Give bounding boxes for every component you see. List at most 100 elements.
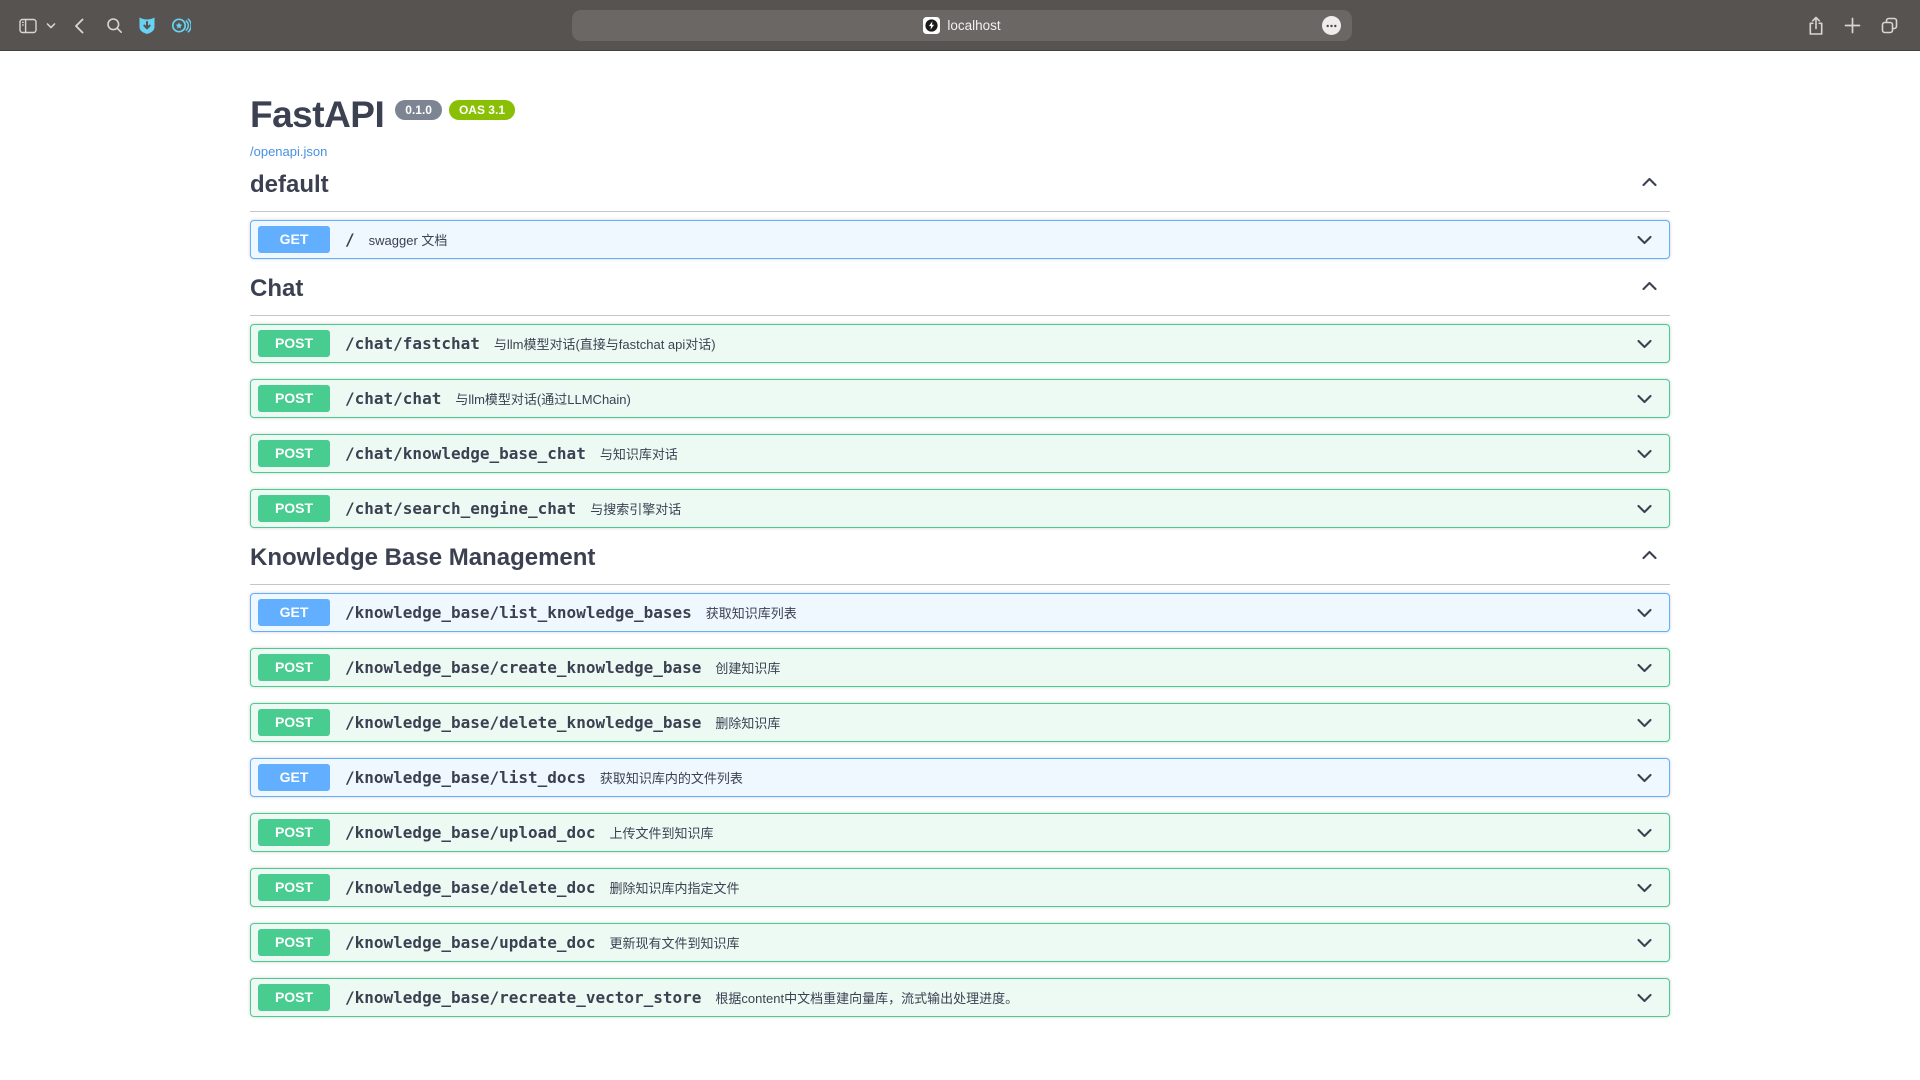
endpoint-path: /chat/search_engine_chat xyxy=(345,499,576,518)
chevron-up-icon[interactable] xyxy=(1639,545,1660,571)
endpoint-row[interactable]: POST /chat/knowledge_base_chat 与知识库对话 xyxy=(250,434,1670,473)
endpoint-description: 与llm模型对话(通过LLMChain) xyxy=(455,389,631,408)
endpoint-description: 更新现有文件到知识库 xyxy=(609,933,739,952)
swagger-ui-page: FastAPI 0.1.0 OAS 3.1 /openapi.json defa… xyxy=(250,51,1670,1017)
search-icon[interactable] xyxy=(106,17,123,34)
method-badge: POST xyxy=(258,819,330,846)
toolbar-right-group xyxy=(1806,0,1900,51)
method-badge: GET xyxy=(258,599,330,626)
tag-section-knowledge-base: Knowledge Base Management GET /knowledge… xyxy=(250,544,1670,1017)
operations-list: GET / swagger 文档 xyxy=(250,212,1670,259)
chevron-down-icon[interactable] xyxy=(1634,822,1655,843)
endpoint-row[interactable]: POST /knowledge_base/update_doc 更新现有文件到知… xyxy=(250,923,1670,962)
endpoint-path: /chat/knowledge_base_chat xyxy=(345,444,586,463)
endpoint-row[interactable]: GET /knowledge_base/list_knowledge_bases… xyxy=(250,593,1670,632)
endpoint-description: 与知识库对话 xyxy=(600,444,678,463)
chevron-down-icon[interactable] xyxy=(1634,498,1655,519)
endpoint-description: 创建知识库 xyxy=(715,658,780,677)
tag-title: Chat xyxy=(250,275,303,303)
badges: 0.1.0 OAS 3.1 xyxy=(395,100,515,120)
chevron-down-icon[interactable] xyxy=(1634,767,1655,788)
chevron-down-icon[interactable] xyxy=(1634,388,1655,409)
browser-toolbar: localhost xyxy=(0,0,1920,51)
method-badge: POST xyxy=(258,440,330,467)
endpoint-row[interactable]: POST /chat/search_engine_chat 与搜索引擎对话 xyxy=(250,489,1670,528)
endpoint-path: /knowledge_base/delete_knowledge_base xyxy=(345,713,701,732)
share-icon[interactable] xyxy=(1806,15,1826,37)
chevron-up-icon[interactable] xyxy=(1639,276,1660,302)
tag-section-header[interactable]: Knowledge Base Management xyxy=(250,544,1670,585)
endpoint-path: /knowledge_base/list_knowledge_bases xyxy=(345,603,692,622)
chevron-down-icon[interactable] xyxy=(1634,443,1655,464)
endpoint-description: 上传文件到知识库 xyxy=(609,823,713,842)
oas-badge: OAS 3.1 xyxy=(449,100,515,120)
sidebar-icon[interactable] xyxy=(18,16,38,36)
endpoint-description: 删除知识库内指定文件 xyxy=(609,878,739,897)
site-favicon xyxy=(923,17,940,34)
endpoint-description: 与搜索引擎对话 xyxy=(590,499,681,518)
endpoint-row[interactable]: POST /knowledge_base/recreate_vector_sto… xyxy=(250,978,1670,1017)
chevron-down-icon[interactable] xyxy=(1634,333,1655,354)
chevron-down-icon[interactable] xyxy=(1634,712,1655,733)
page-menu-ellipsis-icon[interactable] xyxy=(1322,16,1341,35)
extension-live-icon[interactable] xyxy=(171,16,191,35)
endpoint-row[interactable]: POST /chat/fastchat 与llm模型对话(直接与fastchat… xyxy=(250,324,1670,363)
endpoint-path: /knowledge_base/recreate_vector_store xyxy=(345,988,701,1007)
method-badge: POST xyxy=(258,874,330,901)
method-badge: POST xyxy=(258,385,330,412)
endpoint-row[interactable]: GET /knowledge_base/list_docs 获取知识库内的文件列… xyxy=(250,758,1670,797)
tag-section-default: default GET / swagger 文档 xyxy=(250,171,1670,259)
tag-title: Knowledge Base Management xyxy=(250,544,595,572)
endpoint-row[interactable]: POST /chat/chat 与llm模型对话(通过LLMChain) xyxy=(250,379,1670,418)
endpoint-row[interactable]: POST /knowledge_base/create_knowledge_ba… xyxy=(250,648,1670,687)
endpoint-row[interactable]: GET / swagger 文档 xyxy=(250,220,1670,259)
chevron-up-icon[interactable] xyxy=(1639,172,1660,198)
endpoint-path: /knowledge_base/create_knowledge_base xyxy=(345,658,701,677)
endpoint-description: 删除知识库 xyxy=(715,713,780,732)
back-icon[interactable] xyxy=(72,17,86,35)
tag-section-header[interactable]: Chat xyxy=(250,275,1670,316)
sidebar-chevron-down-icon[interactable] xyxy=(46,22,56,30)
endpoint-path: /knowledge_base/upload_doc xyxy=(345,823,595,842)
operations-list: GET /knowledge_base/list_knowledge_bases… xyxy=(250,585,1670,1017)
tag-section-header[interactable]: default xyxy=(250,171,1670,212)
endpoint-description: 获取知识库列表 xyxy=(706,603,797,622)
method-badge: POST xyxy=(258,330,330,357)
endpoint-row[interactable]: POST /knowledge_base/delete_doc 删除知识库内指定… xyxy=(250,868,1670,907)
endpoint-path: /knowledge_base/delete_doc xyxy=(345,878,595,897)
endpoint-path: /chat/chat xyxy=(345,389,441,408)
method-badge: GET xyxy=(258,226,330,253)
chevron-down-icon[interactable] xyxy=(1634,657,1655,678)
version-badge: 0.1.0 xyxy=(395,100,442,120)
url-text: localhost xyxy=(947,18,1000,33)
method-badge: GET xyxy=(258,764,330,791)
tag-title: default xyxy=(250,171,329,199)
chevron-down-icon[interactable] xyxy=(1634,877,1655,898)
extension-shield-icon[interactable] xyxy=(138,16,156,35)
toolbar-left-group xyxy=(18,0,191,51)
method-badge: POST xyxy=(258,984,330,1011)
endpoint-path: /knowledge_base/list_docs xyxy=(345,768,586,787)
address-bar-content: localhost xyxy=(572,10,1352,41)
operations-list: POST /chat/fastchat 与llm模型对话(直接与fastchat… xyxy=(250,316,1670,528)
endpoint-path: /knowledge_base/update_doc xyxy=(345,933,595,952)
tab-overview-icon[interactable] xyxy=(1879,15,1900,36)
openapi-spec-link[interactable]: /openapi.json xyxy=(250,144,327,159)
endpoint-row[interactable]: POST /knowledge_base/upload_doc 上传文件到知识库 xyxy=(250,813,1670,852)
chevron-down-icon[interactable] xyxy=(1634,602,1655,623)
method-badge: POST xyxy=(258,929,330,956)
address-bar[interactable]: localhost xyxy=(572,10,1352,41)
endpoint-description: 与llm模型对话(直接与fastchat api对话) xyxy=(494,334,716,353)
chevron-down-icon[interactable] xyxy=(1634,932,1655,953)
endpoint-description: 获取知识库内的文件列表 xyxy=(600,768,743,787)
api-info: FastAPI 0.1.0 OAS 3.1 /openapi.json xyxy=(250,51,1670,161)
new-tab-plus-icon[interactable] xyxy=(1843,16,1862,35)
method-badge: POST xyxy=(258,495,330,522)
chevron-down-icon[interactable] xyxy=(1634,229,1655,250)
chevron-down-icon[interactable] xyxy=(1634,987,1655,1008)
endpoint-path: /chat/fastchat xyxy=(345,334,480,353)
method-badge: POST xyxy=(258,709,330,736)
method-badge: POST xyxy=(258,654,330,681)
endpoint-path: / xyxy=(345,230,355,249)
endpoint-row[interactable]: POST /knowledge_base/delete_knowledge_ba… xyxy=(250,703,1670,742)
